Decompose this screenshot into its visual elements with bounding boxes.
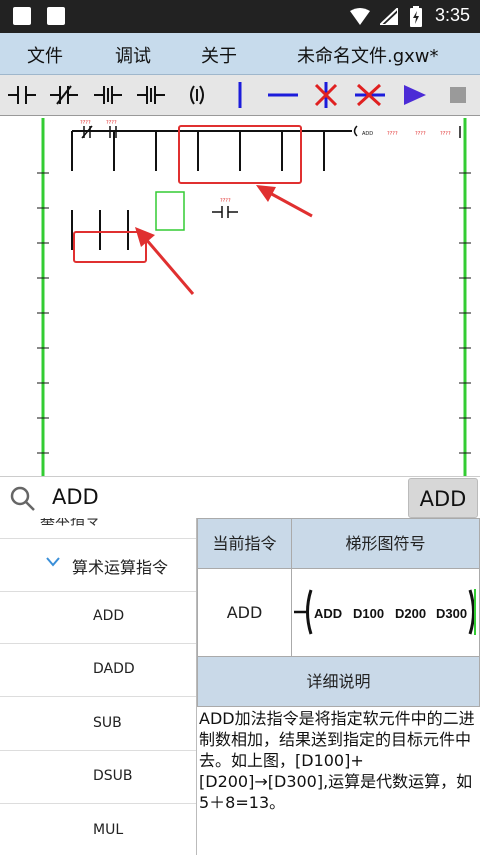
document-title: 未命名文件.gxw*: [297, 46, 439, 67]
annotation-arrow-2: [135, 227, 195, 295]
menu-bar: 文件 调试 关于 未命名文件.gxw*: [0, 33, 480, 75]
delete-vertical-icon[interactable]: [314, 82, 338, 108]
delete-horizontal-icon[interactable]: [355, 83, 385, 107]
menu-file[interactable]: 文件: [27, 42, 63, 68]
highlight-box-2: [73, 231, 147, 263]
contact-rising-icon[interactable]: [94, 86, 122, 104]
symbol-part-src1: D100: [353, 606, 384, 621]
tree-partial-label: 基本指令: [40, 518, 101, 528]
section-detail-title: 详细说明: [197, 656, 480, 707]
ladder-symbol-diagram: ADD D100 D200 D300: [294, 589, 476, 635]
rung1-operand-3: ????: [440, 131, 451, 137]
status-bar: 3:35: [0, 0, 480, 33]
clock: 3:35: [434, 5, 470, 25]
rung1-contact-label-2: ????: [106, 120, 117, 126]
cursor-box: [155, 191, 185, 231]
description-text: ADD加法指令是将指定软元件中的二进制数相加，结果送到指定的目标元件中去。如上图…: [199, 709, 475, 812]
free-contact[interactable]: [212, 206, 238, 218]
search-button[interactable]: ADD: [408, 478, 478, 518]
contact-falling-icon[interactable]: [137, 86, 165, 104]
current-instruction-value: ADD: [197, 568, 292, 657]
rung-2[interactable]: [71, 210, 129, 250]
rung-1[interactable]: [71, 125, 461, 171]
symbol-part-dst: D300: [436, 606, 467, 621]
tree-item-dsub[interactable]: DSUB: [0, 751, 196, 804]
notification-icon-2: [47, 7, 65, 25]
notification-icon: [13, 7, 31, 25]
battery-icon: [410, 6, 422, 27]
chevron-down-icon: [46, 557, 60, 567]
tree-item-dadd[interactable]: DADD: [0, 644, 196, 697]
toolbar: [0, 75, 480, 116]
tree-category-arithmetic[interactable]: 算术运算指令: [0, 538, 196, 592]
header-current-instruction: 当前指令: [197, 518, 292, 569]
header-ladder-symbol: 梯形图符号: [291, 518, 480, 569]
free-contact-label: ????: [220, 198, 231, 204]
stop-icon[interactable]: [450, 87, 466, 103]
coil-icon[interactable]: [190, 85, 204, 105]
menu-debug[interactable]: 调试: [115, 42, 151, 68]
wifi-icon: [350, 8, 370, 25]
search-input[interactable]: ADD: [52, 485, 99, 509]
instruction-tree: 基本指令 算术运算指令 ADD DADD SUB DSUB MUL: [0, 518, 197, 855]
rung1-operand-1: ????: [387, 131, 398, 137]
signal-icon: [380, 8, 398, 25]
annotation-arrow-1: [256, 185, 313, 218]
ladder-symbol-cell: ADD D100 D200 D300: [291, 568, 480, 657]
tree-item-sub[interactable]: SUB: [0, 698, 196, 751]
rung1-operand-2: ????: [415, 131, 426, 137]
search-bar: ADD ADD: [0, 476, 480, 520]
run-icon[interactable]: [404, 85, 426, 105]
menu-about[interactable]: 关于: [201, 42, 237, 68]
symbol-part-op: ADD: [314, 606, 342, 621]
symbol-part-src2: D200: [395, 606, 426, 621]
tree-item-mul[interactable]: MUL: [0, 805, 196, 855]
rung1-instr-name: ADD: [362, 131, 373, 137]
tree-item-add[interactable]: ADD: [0, 591, 196, 644]
tree-category-label: 算术运算指令: [72, 558, 169, 577]
search-icon: [10, 486, 35, 511]
rung1-contact-label: ????: [80, 120, 91, 126]
ladder-canvas[interactable]: ???? ???? ADD ???? ???? ???? ????: [0, 116, 480, 476]
contact-no-icon[interactable]: [8, 86, 36, 104]
contact-nc-icon[interactable]: [50, 85, 78, 105]
